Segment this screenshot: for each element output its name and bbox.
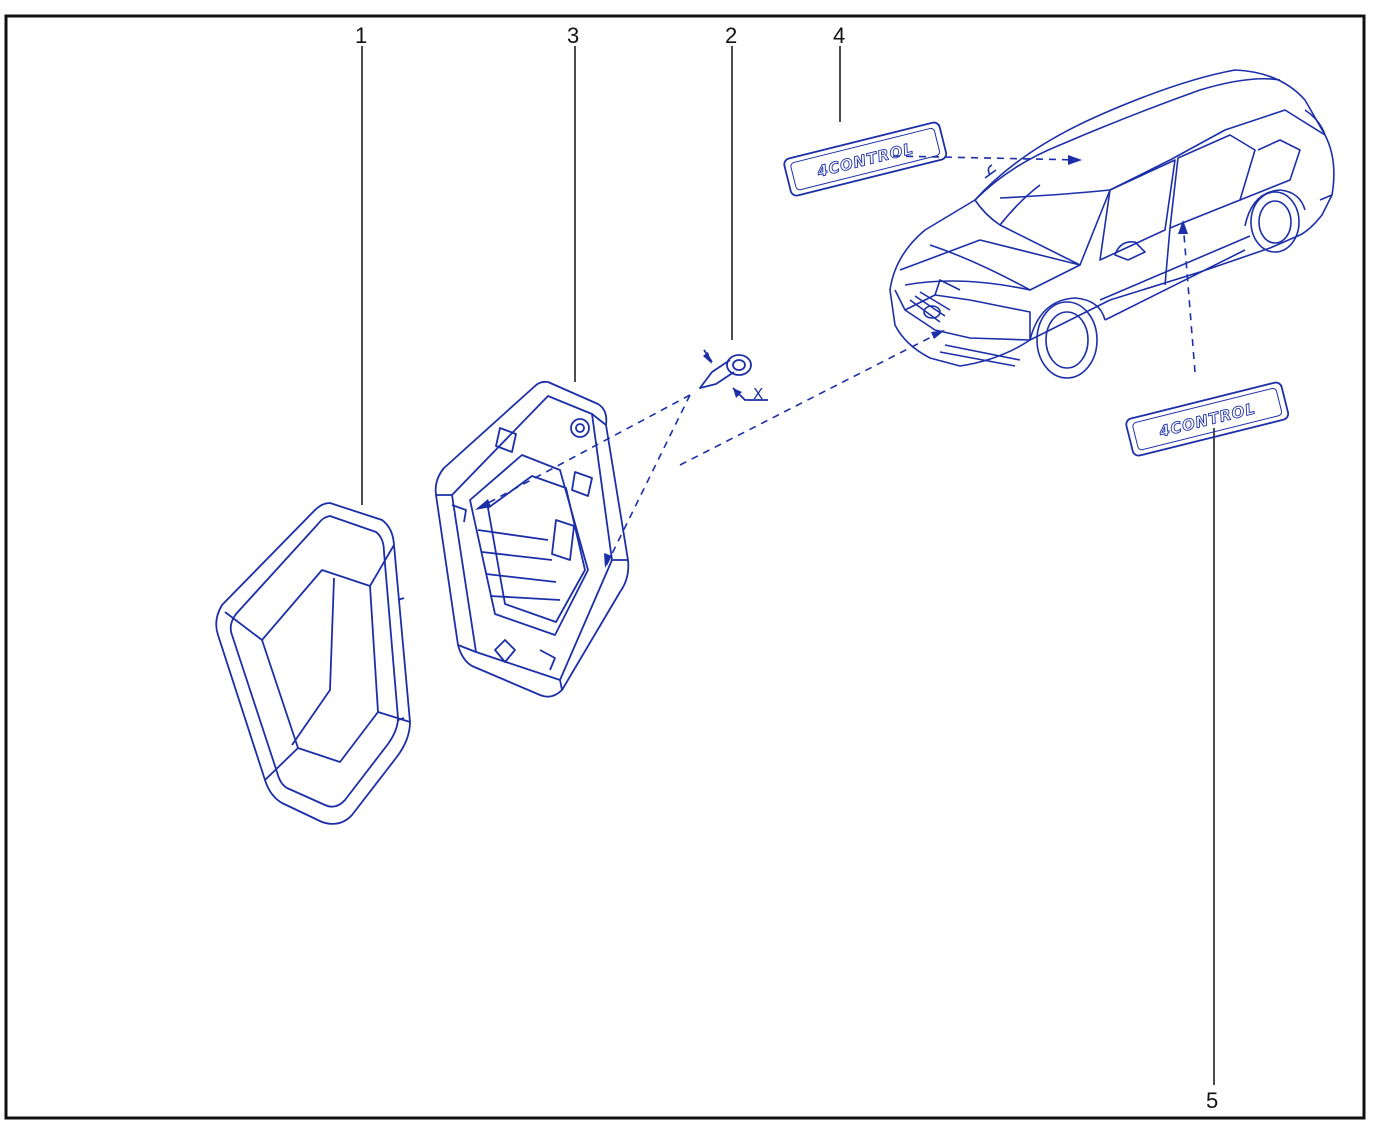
path-grille-to-car xyxy=(679,329,946,466)
leader-lines xyxy=(361,46,1215,1085)
path-clip-lower xyxy=(604,394,691,569)
part-1-grille-surround xyxy=(215,502,411,825)
dimension-x-label: X xyxy=(753,385,763,403)
car-illustration xyxy=(889,69,1335,379)
part-4-badge: 4CONTROL xyxy=(783,121,948,197)
path-badge-5 xyxy=(1182,221,1196,373)
part-3-grille-base xyxy=(434,380,630,698)
callout-1: 1 xyxy=(355,23,368,48)
path-clip-upper xyxy=(474,394,691,511)
assembly-paths xyxy=(474,155,1196,569)
part-5-badge: 4CONTROL xyxy=(1125,381,1290,457)
exploded-parts-diagram: X 4CONTROL 4CONTROL xyxy=(4,14,1366,1120)
diagram-frame: X 4CONTROL 4CONTROL xyxy=(0,0,1392,1124)
callout-3: 3 xyxy=(567,23,580,48)
callout-2: 2 xyxy=(725,23,738,48)
badge-5-text: 4CONTROL xyxy=(1156,399,1257,441)
callout-5: 5 xyxy=(1206,1088,1219,1113)
diagram-border xyxy=(4,14,1366,1120)
clip-arrow xyxy=(703,352,712,364)
badge-4-text: 4CONTROL xyxy=(814,139,915,181)
callout-4: 4 xyxy=(833,23,846,48)
